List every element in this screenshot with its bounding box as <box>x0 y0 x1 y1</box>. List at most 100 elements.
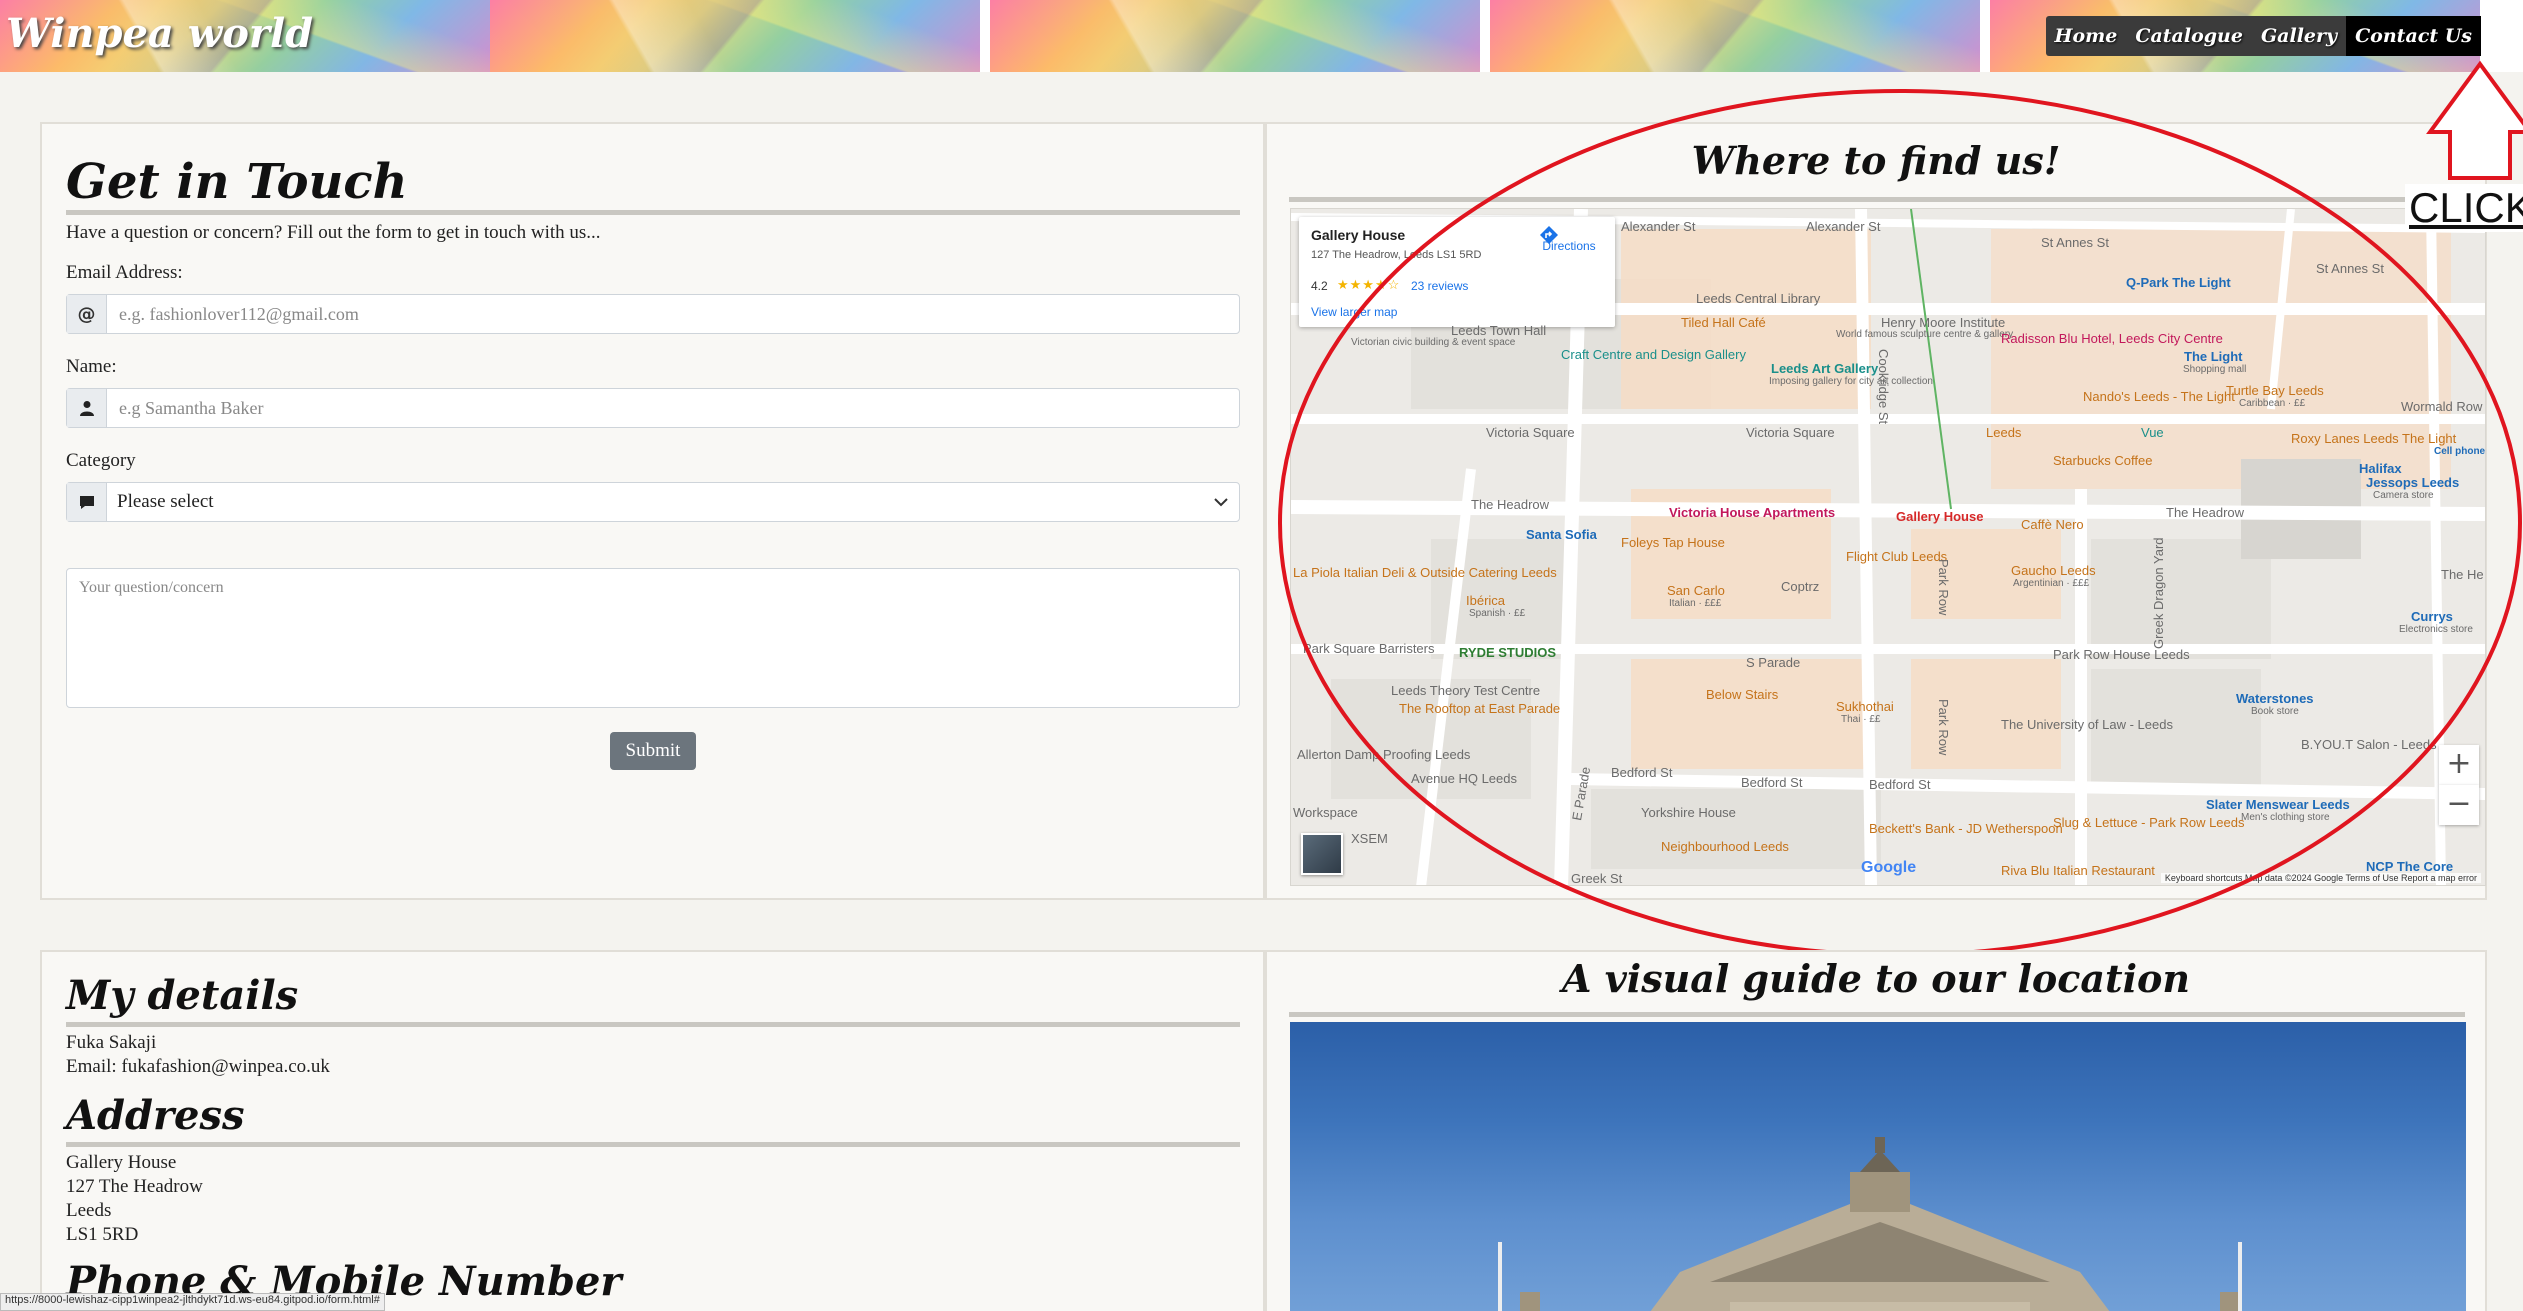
category-value: Please select <box>117 491 214 512</box>
map-label-st-annes-st: St Annes St <box>2316 261 2384 276</box>
map-label-alexander-st: Alexander St <box>1806 219 1881 234</box>
visual-guide-card: A visual guide to our location <box>1265 950 2487 1311</box>
chevron-down-icon <box>1203 483 1239 521</box>
map-label-becketts-bank: Beckett's Bank - JD Wetherspoon <box>1869 821 2063 836</box>
map-label-gaucho: Gaucho Leeds <box>2011 563 2096 578</box>
title-divider <box>1289 197 2465 202</box>
title-divider <box>1289 1012 2465 1017</box>
map-label-currys-sub: Electronics store <box>2399 624 2473 635</box>
map-pin-gallery-house[interactable]: Gallery House <box>1896 509 1983 524</box>
google-logo: Google <box>1861 859 1917 876</box>
map-card: Where to find us! Gallery House 127 The … <box>1265 122 2487 900</box>
place-name: Gallery House <box>1311 227 1406 243</box>
map-label-tiled-hall: Tiled Hall Café <box>1681 315 1766 330</box>
map-label-victoria-square: Victoria Square <box>1486 425 1575 440</box>
map-label-turtle-bay-sub: Caribbean · ££ <box>2239 398 2306 409</box>
nav-gallery[interactable]: Gallery <box>2252 16 2346 56</box>
map-label-bedford-st: Bedford St <box>1869 777 1931 792</box>
directions-icon <box>1540 226 1558 244</box>
address-line: LS1 5RD <box>66 1224 139 1245</box>
category-select[interactable]: Please select <box>66 482 1240 522</box>
map-label-san-carlo-sub: Italian · £££ <box>1669 598 1722 609</box>
address-line: Leeds <box>66 1200 112 1221</box>
details-card: My details Fuka Sakaji Email: fukafashio… <box>40 950 1265 1311</box>
zoom-in-button[interactable]: + <box>2439 745 2479 785</box>
map-label-victoria-house: Victoria House Apartments <box>1669 505 1836 520</box>
map-label-foleys: Foleys Tap House <box>1621 535 1725 550</box>
map-label-library: Leeds Central Library <box>1696 291 1821 306</box>
map-label-ryde-studios: RYDE STUDIOS <box>1459 645 1557 660</box>
map-label-leeds: Leeds <box>1986 425 2022 440</box>
map-label-art-gallery-sub: Imposing gallery for city art collection <box>1769 376 1933 387</box>
name-label: Name: <box>66 356 117 377</box>
building-image <box>1498 1137 2242 1311</box>
nav-contact-us[interactable]: Contact Us <box>2346 16 2481 56</box>
map-label-sukhothai: Sukhothai <box>1836 699 1894 714</box>
submit-button[interactable]: Submit <box>610 732 696 770</box>
site-header: Winpea world Home Catalogue Gallery Cont… <box>0 0 2523 72</box>
map-layers-button[interactable] <box>1301 833 1343 875</box>
name-input[interactable] <box>107 389 1239 427</box>
map-label-town-hall: Leeds Town Hall <box>1451 323 1547 338</box>
map-label-alexander-st: Alexander St <box>1621 219 1696 234</box>
map-label-headrow: The He <box>2441 567 2484 582</box>
location-photo <box>1290 1022 2466 1311</box>
email-input[interactable] <box>107 295 1239 333</box>
map-label-ncp: NCP The Core <box>2366 859 2454 874</box>
user-icon <box>67 389 107 427</box>
guide-title: A visual guide to our location <box>1561 956 2190 1001</box>
nav-catalogue[interactable]: Catalogue <box>2126 16 2252 56</box>
map-label-jessops-sub: Camera store <box>2373 490 2434 501</box>
reviews-link[interactable]: 23 reviews <box>1411 279 1468 293</box>
map-label-victoria-square: Victoria Square <box>1746 425 1835 440</box>
map-label-headrow: The Headrow <box>2166 505 2245 520</box>
map-label-sukhothai-sub: Thai · ££ <box>1841 714 1881 725</box>
map-label-henry-moore: Henry Moore Institute <box>1881 315 2006 330</box>
map-label-waterstones: Waterstones <box>2236 691 2314 706</box>
map-label-st-annes-st: St Annes St <box>2041 235 2109 250</box>
map-label-avenue-hq: Avenue HQ Leeds <box>1411 771 1517 786</box>
owner-name: Fuka Sakaji <box>66 1032 157 1053</box>
map-label-henry-moore-sub: World famous sculpture centre & gallery <box>1836 329 2014 340</box>
zoom-out-button[interactable]: − <box>2439 785 2479 825</box>
directions-button[interactable]: Directions <box>1539 225 1599 253</box>
place-info-card: Gallery House 127 The Headrow, Leeds LS1… <box>1299 217 1615 327</box>
map-label-caffe-nero: Caffè Nero <box>2021 517 2084 532</box>
contact-intro: Have a question or concern? Fill out the… <box>66 222 601 243</box>
view-larger-map-link[interactable]: View larger map <box>1311 305 1397 319</box>
map-label-the-light: The Light <box>2184 349 2243 364</box>
map-label-starbucks: Starbucks Coffee <box>2053 453 2153 468</box>
category-label: Category <box>66 450 136 471</box>
map-label-slug-lettuce: Slug & Lettuce - Park Row Leeds <box>2053 815 2245 830</box>
google-map[interactable]: Gallery House 127 The Headrow, Leeds LS1… <box>1290 208 2486 886</box>
map-label-uni-law: The University of Law - Leeds <box>2001 717 2173 732</box>
message-textarea[interactable] <box>66 568 1240 708</box>
map-label-byout-salon: B.YOU.T Salon - Leeds <box>2301 737 2437 752</box>
map-label-theory-test: Leeds Theory Test Centre <box>1391 683 1541 698</box>
map-label-yorkshire-house: Yorkshire House <box>1641 805 1736 820</box>
map-label-flight-club: Flight Club Leeds <box>1846 549 1948 564</box>
map-attribution[interactable]: Keyboard shortcuts Map data ©2024 Google… <box>2160 873 2481 883</box>
address-line: 127 The Headrow <box>66 1176 203 1197</box>
map-label-la-piola: La Piola Italian Deli & Outside Catering… <box>1293 565 1557 580</box>
browser-status-url: https://8000-lewishaz-cipp1winpea2-jlthd… <box>0 1293 385 1311</box>
map-label-waterstones-sub: Book store <box>2251 706 2299 717</box>
map-label-park-row: Park Row <box>1936 699 1951 756</box>
map-label-allerton: Allerton Damp Proofing Leeds <box>1297 747 1471 762</box>
banner-pattern <box>1490 0 1980 72</box>
map-label-park-sq-barristers: Park Square Barristers <box>1303 641 1435 656</box>
nav-home[interactable]: Home <box>2046 16 2127 56</box>
map-label-halifax: Halifax <box>2359 461 2402 476</box>
map-label-town-hall-sub: Victorian civic building & event space <box>1351 337 1516 348</box>
contact-form-card: Get in Touch Have a question or concern?… <box>40 122 1265 900</box>
map-label-santa-sofia: Santa Sofia <box>1526 527 1597 542</box>
map-label-workspace: Workspace <box>1293 805 1358 820</box>
name-field <box>66 388 1240 428</box>
map-label-the-light-sub: Shopping mall <box>2183 364 2247 375</box>
title-divider <box>66 1022 1240 1027</box>
map-label-coptrz: Coptrz <box>1781 579 1820 594</box>
brand-logo[interactable]: Winpea world <box>6 10 313 57</box>
map-label-park-row-house: Park Row House Leeds <box>2053 647 2190 662</box>
address-line: Gallery House <box>66 1152 177 1173</box>
map-label-wormald-row: Wormald Row <box>2401 399 2483 414</box>
